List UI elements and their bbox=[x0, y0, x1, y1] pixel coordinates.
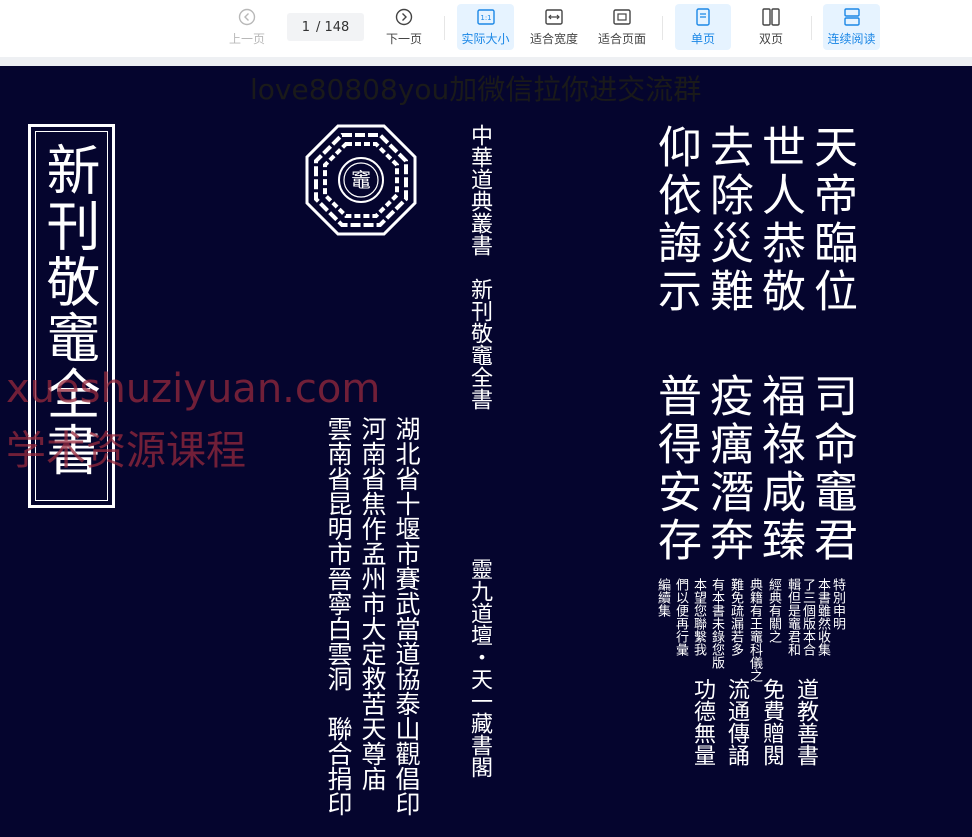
continuous-read-label: 连续阅读 bbox=[827, 32, 876, 46]
continuous-read-button[interactable]: 连续阅读 bbox=[823, 4, 880, 50]
reader-toolbar: 上一页 1 / 148 下一页 1:1 实际大小 适合宽度 适合页面 单页 双页… bbox=[0, 0, 972, 57]
free-column: 道教善書 bbox=[793, 678, 818, 766]
fit-width-button[interactable]: 适合宽度 bbox=[526, 4, 582, 50]
prev-page-label: 上一页 bbox=[228, 32, 265, 46]
continuous-read-icon bbox=[842, 7, 862, 27]
single-page-label: 单页 bbox=[690, 32, 715, 46]
series-line: 中華道典叢書 新刊敬竈全書 bbox=[467, 124, 492, 410]
fit-page-label: 适合页面 bbox=[597, 32, 646, 46]
double-page-label: 双页 bbox=[758, 32, 783, 46]
note-column: 有本書未錄您版 bbox=[709, 578, 724, 669]
note-column: 編續集 bbox=[655, 578, 670, 617]
note-column: 輯但是竈君和 bbox=[785, 578, 800, 656]
verse-column: 天帝臨位 bbox=[806, 124, 857, 316]
single-page-button[interactable]: 单页 bbox=[675, 4, 731, 50]
page-total: / 148 bbox=[315, 19, 350, 35]
note-column: 典籍有王竈科儀之 bbox=[747, 578, 762, 682]
fit-width-label: 适合宽度 bbox=[529, 32, 578, 46]
fit-width-icon bbox=[544, 7, 564, 27]
watermark-name: 学术资源课程 bbox=[6, 428, 246, 474]
publisher-line: 靈九道壇・天一藏書閣 bbox=[467, 558, 492, 778]
free-column: 流通傳誦 bbox=[724, 678, 749, 766]
chevron-right-circle-icon bbox=[394, 7, 414, 27]
verse-column: 福祿咸臻 bbox=[754, 373, 805, 565]
fit-page-icon bbox=[612, 7, 632, 27]
verse-column: 疫癘潛奔 bbox=[702, 373, 753, 565]
note-column: 了三個版本合 bbox=[800, 578, 815, 656]
double-page-icon bbox=[761, 7, 781, 27]
prev-page-button[interactable]: 上一页 bbox=[222, 4, 272, 50]
verse-column: 世人恭敬 bbox=[754, 124, 805, 316]
double-page-button[interactable]: 双页 bbox=[743, 4, 799, 50]
verse-column: 去除災難 bbox=[702, 124, 753, 316]
temple-line: 雲南省昆明市晉寧白雲洞 聯合捐印 bbox=[324, 416, 353, 816]
note-column: 本望您聯繫我 bbox=[691, 578, 706, 656]
verse-column: 普得安存 bbox=[650, 373, 701, 565]
watermark-site: xueshuziyuan.com bbox=[6, 366, 381, 412]
verse-column: 仰依誨示 bbox=[650, 124, 701, 316]
toolbar-divider bbox=[444, 16, 445, 40]
fit-page-button[interactable]: 适合页面 bbox=[594, 4, 650, 50]
document-page[interactable]: 新刊敬竈全書 竈 雲南省昆明市晉寧白雲洞 聯合捐印 河南省焦作孟州市大定救苦天尊… bbox=[0, 66, 972, 837]
note-column: 們以便再行彙 bbox=[673, 578, 688, 656]
bagua-emblem-icon: 竈 bbox=[305, 124, 417, 236]
bagua-seal-char: 竈 bbox=[351, 168, 371, 192]
page-current-input[interactable]: 1 bbox=[302, 20, 310, 35]
note-column: 經典有關之 bbox=[766, 578, 781, 643]
note-column: 本書雖然收集 bbox=[815, 578, 830, 656]
free-column: 免費贈閱 bbox=[759, 678, 784, 766]
actual-size-button[interactable]: 1:1 实际大小 bbox=[457, 4, 514, 50]
note-column: 難免疏漏若多 bbox=[728, 578, 743, 656]
temple-line: 湖北省十堰市賽武當道協泰山觀倡印 bbox=[392, 416, 421, 816]
verse-column: 司命竈君 bbox=[806, 373, 857, 565]
single-page-icon bbox=[693, 7, 713, 27]
actual-size-icon: 1:1 bbox=[476, 7, 496, 27]
chevron-left-circle-icon bbox=[237, 7, 257, 27]
svg-text:1:1: 1:1 bbox=[480, 14, 491, 22]
next-page-button[interactable]: 下一页 bbox=[379, 4, 429, 50]
note-column: 特別申明 bbox=[830, 578, 845, 630]
page-number-box[interactable]: 1 / 148 bbox=[287, 13, 364, 41]
toolbar-divider bbox=[811, 16, 812, 40]
actual-size-label: 实际大小 bbox=[461, 32, 510, 46]
page-gap bbox=[0, 57, 972, 66]
next-page-label: 下一页 bbox=[385, 32, 422, 46]
free-column: 功德無量 bbox=[690, 678, 715, 766]
temple-line: 河南省焦作孟州市大定救苦天尊庙 bbox=[358, 416, 387, 791]
watermark-text: love80808you加微信拉你进交流群 bbox=[250, 73, 702, 106]
toolbar-divider bbox=[662, 16, 663, 40]
